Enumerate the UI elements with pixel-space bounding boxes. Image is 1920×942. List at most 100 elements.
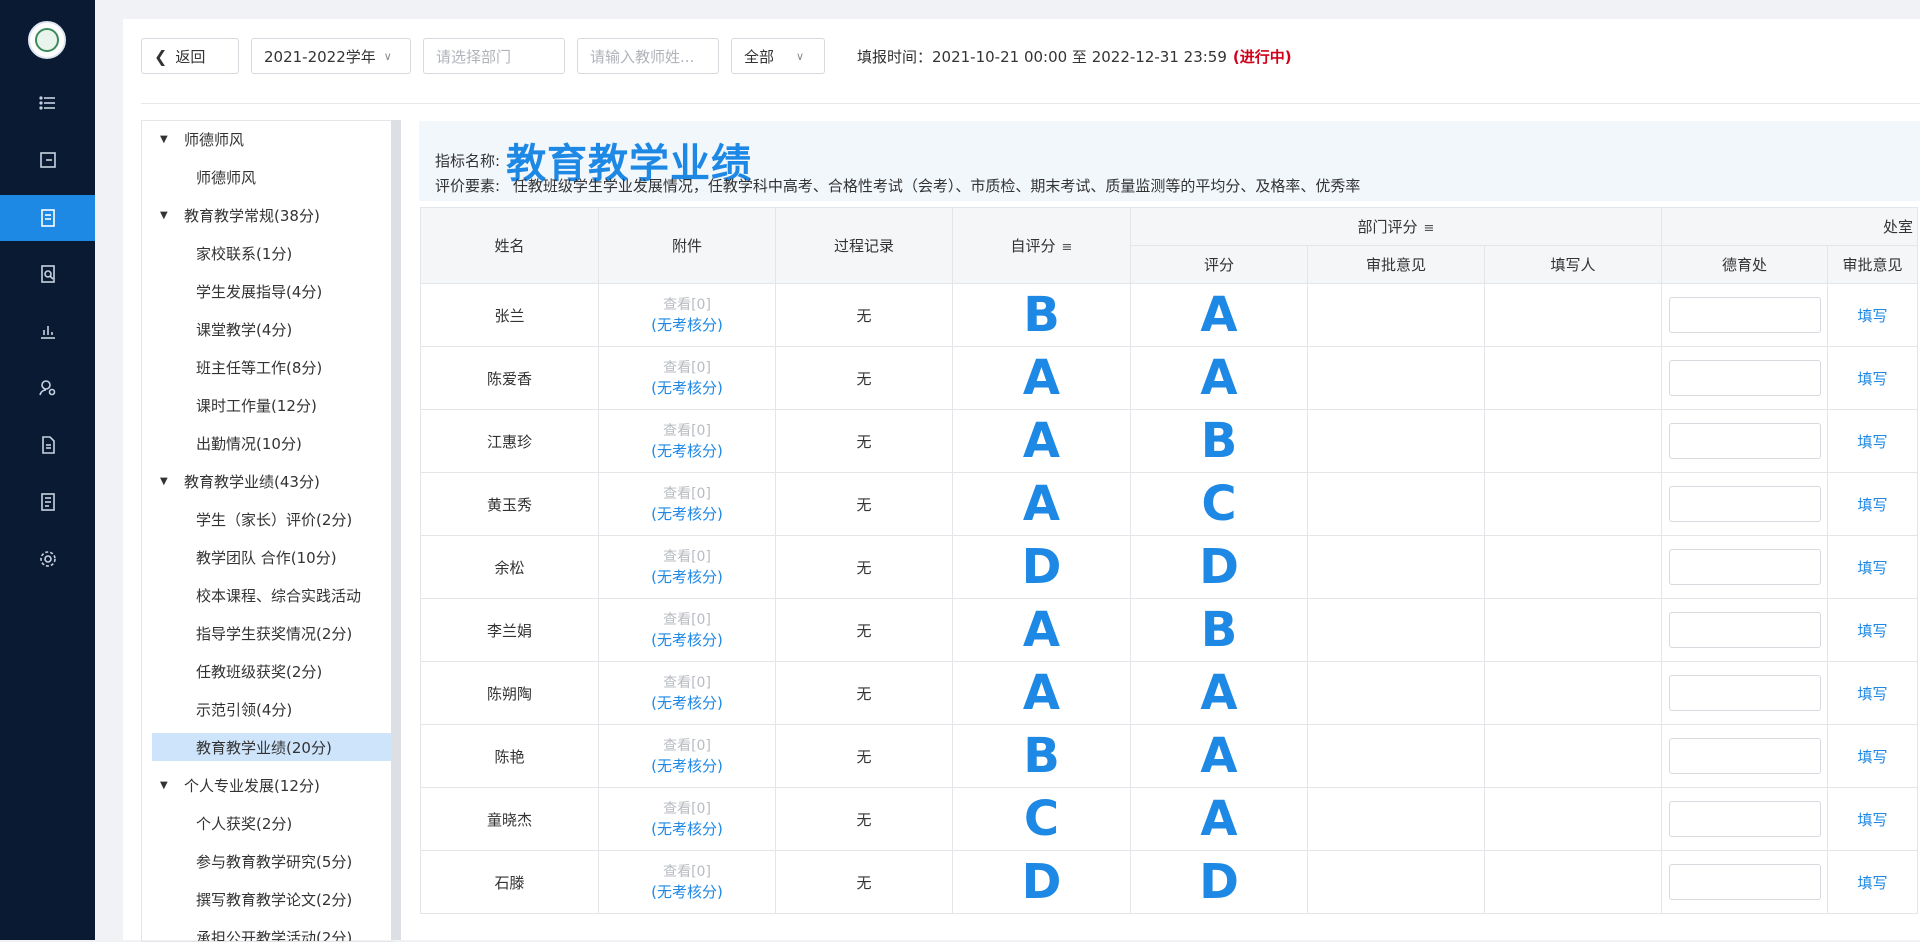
cell-dept-filler [1484,472,1662,536]
moral-office-score-input[interactable] [1668,549,1821,585]
tree-item[interactable]: 课时工作量(12分) [196,391,317,419]
tree-group[interactable]: ▼ 师德师风 [160,125,244,153]
header-dept-score[interactable]: 部门评分 ≡ [1130,207,1662,246]
no-score-link[interactable]: (无考核分) [599,315,775,335]
dept-grade: A [1200,350,1238,406]
tree-item[interactable]: 学生（家长）评价(2分) [196,505,352,533]
tree-item[interactable]: 参与教育教学研究(5分) [196,847,352,875]
fill-link[interactable]: 填写 [1857,748,1887,766]
fill-link[interactable]: 填写 [1857,433,1887,451]
tree-item[interactable]: 家校联系(1分) [196,239,292,267]
fill-link[interactable]: 填写 [1857,685,1887,703]
fill-link[interactable]: 填写 [1857,811,1887,829]
fill-link[interactable]: 填写 [1857,496,1887,514]
moral-office-score-input[interactable] [1668,738,1821,774]
moral-office-score-input[interactable] [1668,612,1821,648]
view-attachment-link[interactable]: 查看[0] [599,295,775,315]
moral-office-score-input[interactable] [1668,360,1821,396]
status-filter-select[interactable]: 全部 ∨ [731,38,825,74]
caret-down-icon[interactable]: ▼ [160,210,170,221]
tree-item[interactable]: 示范引领(4分) [196,695,292,723]
list-icon[interactable] [0,80,95,126]
file-icon[interactable] [0,422,95,468]
teacher-search-input[interactable]: 请输入教师姓... [577,38,719,74]
moral-office-score-input[interactable] [1668,486,1821,522]
fill-link[interactable]: 填写 [1857,874,1887,892]
moral-office-score-input[interactable] [1668,675,1821,711]
tree-group[interactable]: ▼ 教育教学业绩(43分) [160,467,320,495]
fill-link[interactable]: 填写 [1857,370,1887,388]
sort-icon[interactable]: ≡ [1424,221,1435,236]
tree-item[interactable]: 师德师风 [196,163,256,191]
department-select[interactable]: 请选择部门 [423,38,565,74]
caret-down-icon[interactable]: ▼ [160,780,170,791]
tree-item[interactable]: 出勤情况(10分) [196,429,302,457]
no-score-link[interactable]: (无考核分) [599,504,775,524]
moral-office-score-input[interactable] [1668,801,1821,837]
moral-office-score-input[interactable] [1668,297,1821,333]
caret-down-icon[interactable]: ▼ [160,476,170,487]
gear-icon[interactable] [0,536,95,582]
document-search-icon[interactable] [0,251,95,297]
tree-item[interactable]: 教育教学业绩(20分) [152,733,394,761]
tree-item[interactable]: 撰写教育教学论文(2分) [196,885,352,913]
cell-dept-score: A [1130,283,1308,347]
no-score-link[interactable]: (无考核分) [599,630,775,650]
dept-grade: A [1200,287,1238,343]
tree-scrollbar[interactable] [391,120,401,940]
evaluation-icon[interactable] [0,195,95,241]
exit-icon[interactable] [0,137,95,183]
fill-link[interactable]: 填写 [1857,559,1887,577]
chart-icon[interactable] [0,308,95,354]
caret-down-icon[interactable]: ▼ [160,134,170,145]
fill-link[interactable]: 填写 [1857,307,1887,325]
tree-item[interactable]: 教学团队 合作(10分) [196,543,337,571]
self-grade: D [1021,539,1062,595]
tree-group[interactable]: ▼ 教育教学常规(38分) [160,201,320,229]
user-search-icon[interactable] [0,365,95,411]
header-dept-sub-score: 评分 [1130,245,1308,284]
view-attachment-link[interactable]: 查看[0] [599,358,775,378]
cell-name: 余松 [420,535,599,599]
no-score-link[interactable]: (无考核分) [599,819,775,839]
school-year-select[interactable]: 2021-2022学年 ∨ [251,38,411,74]
no-score-link[interactable]: (无考核分) [599,567,775,587]
no-score-link[interactable]: (无考核分) [599,882,775,902]
tree-item[interactable]: 校本课程、综合实践活动 [196,581,361,609]
fill-link[interactable]: 填写 [1857,622,1887,640]
no-score-link[interactable]: (无考核分) [599,441,775,461]
cell-name: 童晓杰 [420,787,599,851]
view-attachment-link[interactable]: 查看[0] [599,673,775,693]
view-attachment-link[interactable]: 查看[0] [599,610,775,630]
sort-icon[interactable]: ≡ [1062,240,1073,255]
cell-office-opinion: 填写 [1827,409,1918,473]
tree-group[interactable]: ▼ 个人专业发展(12分) [160,771,320,799]
tree-item[interactable]: 个人获奖(2分) [196,809,292,837]
view-attachment-link[interactable]: 查看[0] [599,547,775,567]
cell-office-opinion: 填写 [1827,661,1918,725]
no-score-link[interactable]: (无考核分) [599,378,775,398]
view-attachment-link[interactable]: 查看[0] [599,862,775,882]
tree-item[interactable]: 承担公开教学活动(2分) [196,923,352,942]
view-attachment-link[interactable]: 查看[0] [599,421,775,441]
moral-office-score-input[interactable] [1668,423,1821,459]
no-score-link[interactable]: (无考核分) [599,756,775,776]
view-attachment-link[interactable]: 查看[0] [599,799,775,819]
tree-item[interactable]: 班主任等工作(8分) [196,353,322,381]
tree-item[interactable]: 任教班级获奖(2分) [196,657,322,685]
report-icon[interactable] [0,479,95,525]
view-attachment-link[interactable]: 查看[0] [599,736,775,756]
view-attachment-link[interactable]: 查看[0] [599,484,775,504]
tree-item[interactable]: 课堂教学(4分) [196,315,292,343]
back-button[interactable]: ❮ 返回 [141,38,239,74]
header-office-opinion: 审批意见 [1827,245,1918,284]
no-score-link[interactable]: (无考核分) [599,693,775,713]
moral-office-score-input[interactable] [1668,864,1821,900]
dept-grade: B [1200,413,1238,469]
cell-moral-office [1661,535,1828,599]
cell-dept-score: A [1130,661,1308,725]
header-process: 过程记录 [775,207,953,284]
tree-item[interactable]: 学生发展指导(4分) [196,277,322,305]
tree-item[interactable]: 指导学生获奖情况(2分) [196,619,352,647]
header-self-score[interactable]: 自评分 ≡ [952,207,1131,284]
